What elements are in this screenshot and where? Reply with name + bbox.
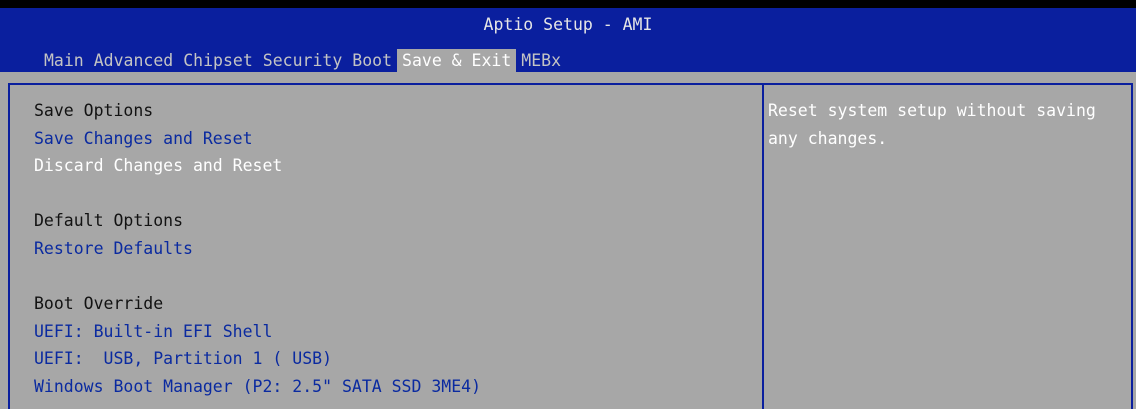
help-text: Reset system setup without saving any ch… [768, 101, 1106, 148]
panel-divider [762, 85, 764, 409]
restore-defaults-item[interactable]: Restore Defaults [34, 235, 481, 263]
discard-changes-reset-item[interactable]: Discard Changes and Reset [34, 152, 481, 180]
menu-list: Save Options Save Changes and Reset Disc… [34, 97, 481, 401]
tab-main[interactable]: Main [39, 49, 89, 73]
default-options-heading: Default Options [34, 211, 184, 231]
boot-override-heading: Boot Override [34, 294, 164, 314]
boot-override-item-usb[interactable]: UEFI: USB, Partition 1 ( USB) [34, 345, 481, 373]
tab-mebx[interactable]: MEBx [516, 49, 566, 73]
save-options-heading: Save Options [34, 101, 154, 120]
top-strip [0, 0, 1136, 8]
tab-advanced[interactable]: Advanced [89, 49, 178, 73]
tab-boot[interactable]: Boot [347, 49, 397, 73]
tab-chipset[interactable]: Chipset [178, 49, 258, 73]
boot-override-item-efi-shell[interactable]: UEFI: Built-in EFI Shell [34, 318, 481, 346]
bios-header: Aptio Setup - AMI Main Advanced Chipset … [0, 8, 1136, 73]
boot-override-item-windows[interactable]: Windows Boot Manager (P2: 2.5" SATA SSD … [34, 373, 481, 401]
save-changes-reset-item[interactable]: Save Changes and Reset [34, 125, 481, 153]
app-title: Aptio Setup - AMI [483, 15, 653, 34]
main-panel: Save Options Save Changes and Reset Disc… [8, 83, 1133, 409]
tab-save-exit[interactable]: Save & Exit [397, 49, 517, 73]
tab-security[interactable]: Security [258, 49, 347, 73]
tab-bar: Main Advanced Chipset Security Boot Save… [39, 49, 566, 73]
